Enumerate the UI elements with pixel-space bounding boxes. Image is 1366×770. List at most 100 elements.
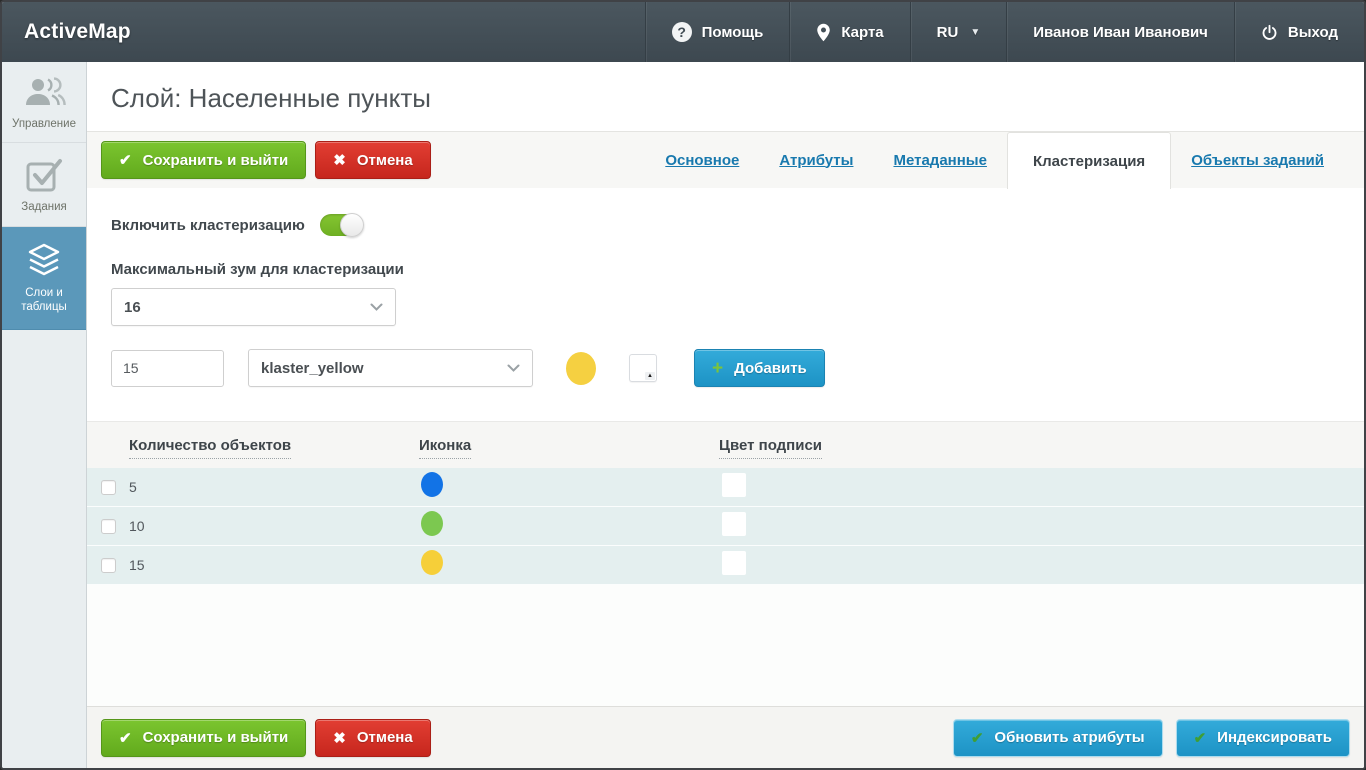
- tab-task-objects[interactable]: Объекты заданий: [1171, 152, 1364, 169]
- map-label: Карта: [841, 24, 883, 41]
- top-toolbar: ✔ Сохранить и выйти ✖ Отмена Основное Ат…: [87, 131, 1364, 188]
- tab-metadata[interactable]: Метаданные: [873, 152, 1006, 169]
- logout-menu-item[interactable]: Выход: [1234, 2, 1364, 62]
- max-zoom-value: 16: [124, 299, 141, 316]
- update-attributes-label: Обновить атрибуты: [994, 729, 1144, 746]
- app-window: ActiveMap ? Помощь Карта RU ▼ Иванов Ива…: [0, 0, 1366, 770]
- row-checkbox[interactable]: [101, 558, 116, 573]
- page-title: Слой: Населенные пункты: [111, 83, 1340, 114]
- users-icon: [6, 75, 82, 111]
- layers-icon: [6, 242, 82, 280]
- color-picker-caret-icon: ▲: [645, 372, 655, 380]
- add-cluster-row: klaster_yellow ▲ + Добавить: [111, 349, 1340, 387]
- check-icon: ✔: [971, 729, 984, 747]
- language-selector[interactable]: RU ▼: [910, 2, 1007, 62]
- table-row: 5: [87, 468, 1364, 507]
- cluster-icon: [421, 472, 443, 497]
- save-exit-button[interactable]: ✔ Сохранить и выйти: [101, 141, 306, 179]
- sidebar-item-label: Задания: [21, 201, 66, 213]
- sidebar-item-label: Слои и таблицы: [21, 287, 67, 313]
- map-menu-item[interactable]: Карта: [789, 2, 909, 62]
- check-icon: ✔: [1194, 729, 1207, 747]
- bottom-toolbar: ✔ Сохранить и выйти ✖ Отмена ✔ Обновить …: [87, 706, 1364, 768]
- row-checkbox[interactable]: [101, 480, 116, 495]
- add-label: Добавить: [734, 360, 807, 377]
- row-count: 10: [129, 518, 145, 534]
- brand-logo[interactable]: ActiveMap: [2, 2, 153, 62]
- chevron-down-icon: ▼: [970, 27, 980, 38]
- main-panel: Слой: Населенные пункты ✔ Сохранить и вы…: [87, 62, 1364, 768]
- help-menu-item[interactable]: ? Помощь: [645, 2, 790, 62]
- label-color-swatch[interactable]: [722, 551, 746, 575]
- logout-label: Выход: [1288, 24, 1338, 41]
- save-exit-button-bottom[interactable]: ✔ Сохранить и выйти: [101, 719, 306, 757]
- plus-icon: +: [712, 359, 723, 378]
- sidebar-item-management[interactable]: Управление: [2, 62, 86, 143]
- label-color-swatch[interactable]: [722, 473, 746, 497]
- toggle-knob: [340, 213, 364, 237]
- sidebar: Управление Задания: [2, 62, 87, 768]
- tab-general[interactable]: Основное: [645, 152, 759, 169]
- cancel-button-bottom[interactable]: ✖ Отмена: [315, 719, 430, 757]
- save-exit-label: Сохранить и выйти: [143, 152, 289, 169]
- clusters-table: Количество объектов Иконка Цвет подписи …: [87, 421, 1364, 585]
- language-label: RU: [937, 24, 959, 41]
- icon-select[interactable]: klaster_yellow: [248, 349, 533, 387]
- title-bar: Слой: Населенные пункты: [87, 62, 1364, 131]
- column-header-icon: Иконка: [419, 437, 719, 454]
- tab-clustering[interactable]: Кластеризация: [1007, 132, 1171, 189]
- help-label: Помощь: [702, 24, 764, 41]
- column-header-count: Количество объектов: [87, 437, 419, 454]
- chevron-down-icon: [370, 303, 383, 311]
- power-icon: [1261, 24, 1278, 41]
- tab-attributes[interactable]: Атрибуты: [759, 152, 873, 169]
- max-zoom-select[interactable]: 16: [111, 288, 396, 326]
- row-checkbox[interactable]: [101, 519, 116, 534]
- enable-clustering-toggle[interactable]: [320, 214, 362, 236]
- content-spacer: [87, 585, 1364, 706]
- update-attributes-button[interactable]: ✔ Обновить атрибуты: [953, 719, 1163, 757]
- sidebar-item-label: Управление: [12, 118, 76, 130]
- user-menu-item[interactable]: Иванов Иван Иванович: [1006, 2, 1234, 62]
- enable-clustering-label: Включить кластеризацию: [111, 217, 305, 234]
- cluster-icon-preview: [566, 352, 596, 385]
- label-color-swatch[interactable]: [722, 512, 746, 536]
- icon-select-value: klaster_yellow: [261, 360, 364, 377]
- user-name: Иванов Иван Иванович: [1033, 24, 1208, 41]
- x-icon: ✖: [333, 729, 346, 747]
- tasks-icon: [6, 156, 82, 194]
- bottom-right-actions: ✔ Обновить атрибуты ✔ Индексировать: [953, 719, 1350, 757]
- cancel-button[interactable]: ✖ Отмена: [315, 141, 430, 179]
- x-icon: ✖: [333, 151, 346, 169]
- add-button[interactable]: + Добавить: [694, 349, 825, 387]
- clustering-tab-content: Включить кластеризацию Максимальный зум …: [87, 188, 1364, 706]
- cluster-icon: [421, 550, 443, 575]
- index-button[interactable]: ✔ Индексировать: [1176, 719, 1350, 757]
- save-exit-label: Сохранить и выйти: [143, 729, 289, 746]
- column-header-label-color: Цвет подписи: [719, 437, 1364, 454]
- map-pin-icon: [816, 23, 831, 42]
- app-header: ActiveMap ? Помощь Карта RU ▼ Иванов Ива…: [2, 2, 1364, 62]
- check-icon: ✔: [119, 151, 132, 169]
- row-count: 5: [129, 479, 137, 495]
- sidebar-item-tasks[interactable]: Задания: [2, 143, 86, 226]
- check-icon: ✔: [119, 729, 132, 747]
- index-label: Индексировать: [1217, 729, 1332, 746]
- object-count-input[interactable]: [111, 350, 224, 387]
- table-row: 15: [87, 546, 1364, 585]
- cancel-label: Отмена: [357, 729, 413, 746]
- row-count: 15: [129, 557, 145, 573]
- enable-clustering-row: Включить кластеризацию: [111, 214, 1340, 236]
- cancel-label: Отмена: [357, 152, 413, 169]
- label-color-picker[interactable]: ▲: [629, 354, 657, 382]
- sidebar-item-layers[interactable]: Слои и таблицы: [2, 227, 86, 330]
- table-header-row: Количество объектов Иконка Цвет подписи: [87, 421, 1364, 468]
- tab-bar: Основное Атрибуты Метаданные Кластеризац…: [645, 132, 1364, 188]
- max-zoom-label: Максимальный зум для кластеризации: [111, 261, 1340, 278]
- cluster-icon: [421, 511, 443, 536]
- max-zoom-block: Максимальный зум для кластеризации 16: [111, 261, 1340, 326]
- table-row: 10: [87, 507, 1364, 546]
- help-icon: ?: [672, 22, 692, 42]
- chevron-down-icon: [507, 364, 520, 372]
- top-nav: ? Помощь Карта RU ▼ Иванов Иван Иванович: [645, 2, 1364, 62]
